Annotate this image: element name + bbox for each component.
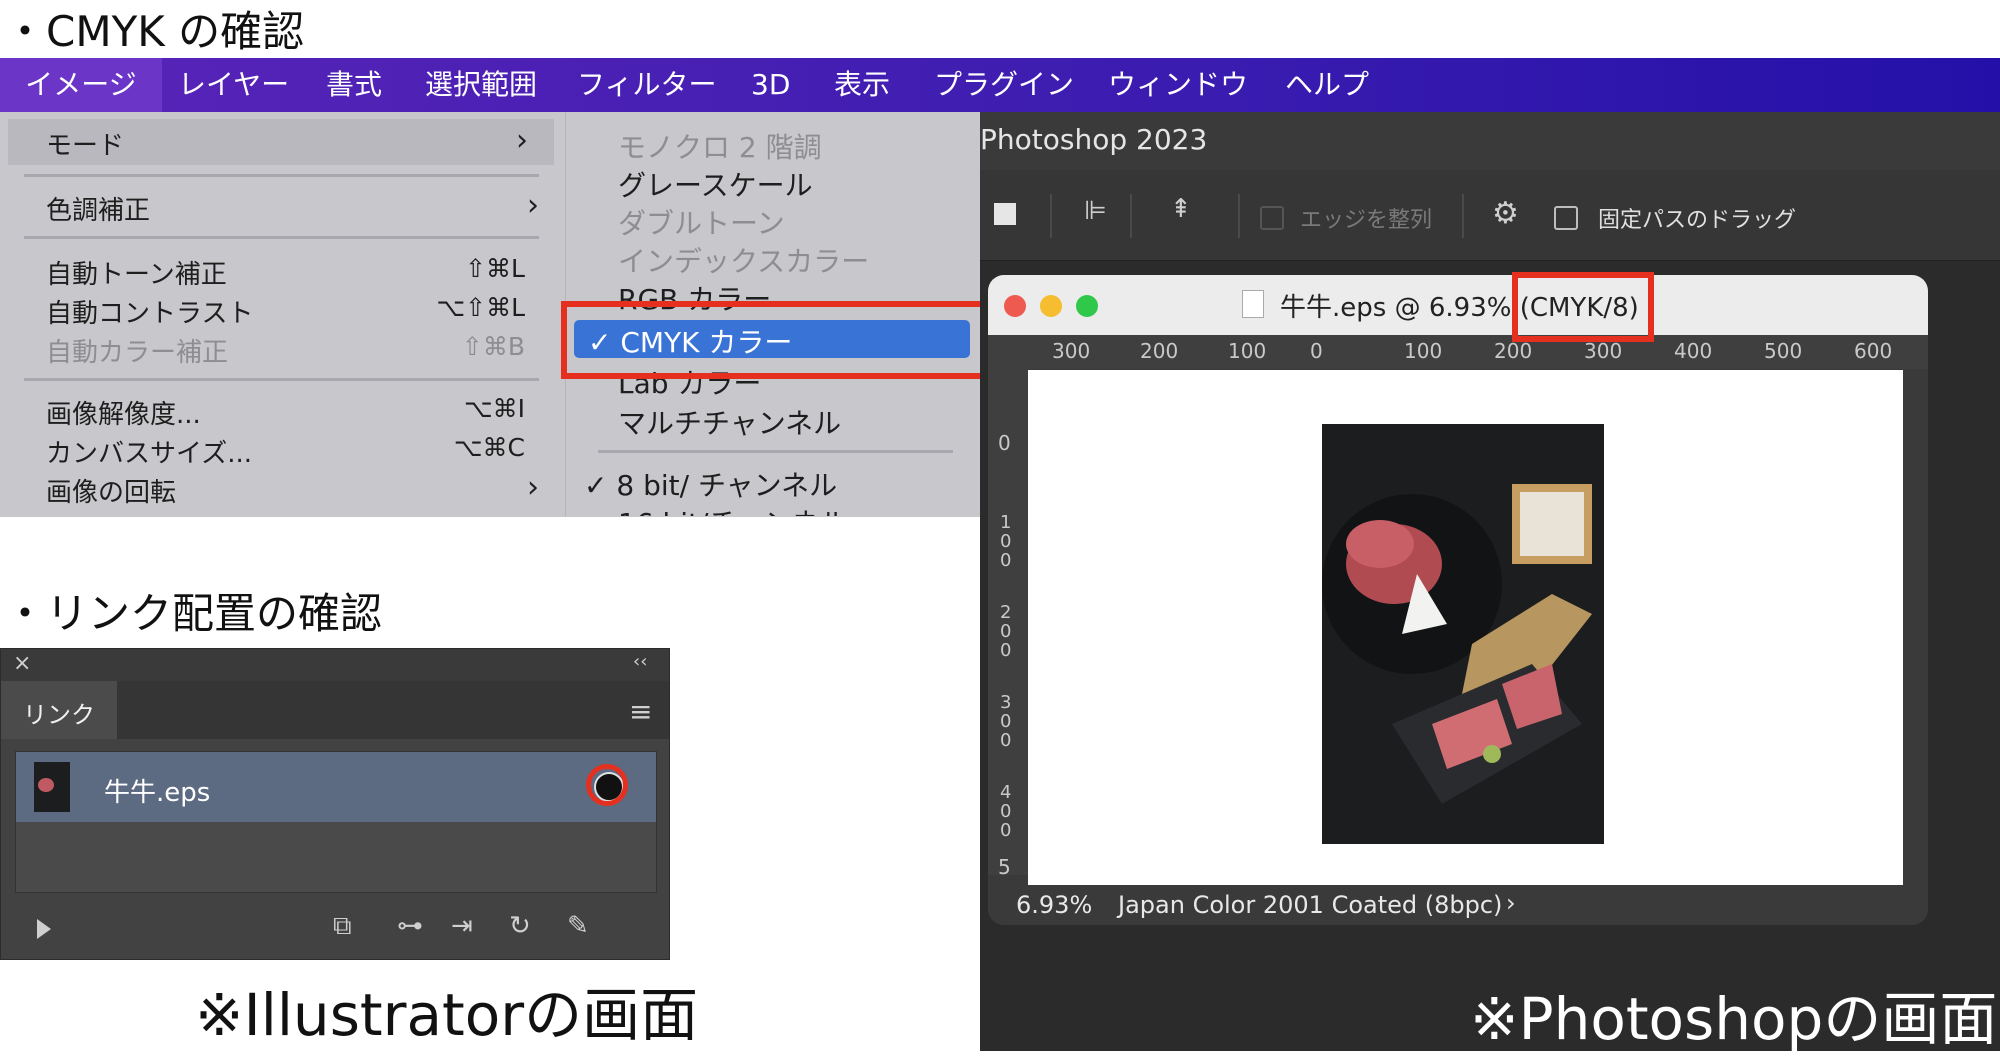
link-heading: ・リンク配置の確認 bbox=[4, 589, 383, 638]
gear-icon[interactable]: ⚙ bbox=[1492, 196, 1519, 231]
divider bbox=[24, 174, 539, 177]
constrain-path-checkbox[interactable] bbox=[1554, 206, 1578, 230]
divider bbox=[1462, 194, 1464, 238]
thumbnail bbox=[34, 762, 70, 812]
image-menu: モード › 色調補正 › 自動トーン補正 ⇧⌘L 自動コントラスト ⌥⇧⌘L 自… bbox=[0, 112, 565, 517]
submenu-duotone: ダブルトーン bbox=[618, 207, 785, 240]
menu-window[interactable]: ウィンドウ bbox=[1108, 58, 1248, 112]
document-icon bbox=[1242, 290, 1264, 318]
product-photo bbox=[1322, 424, 1604, 844]
collapse-icon[interactable]: ‹‹ bbox=[633, 651, 647, 672]
photoshop-note: ※Photoshopの画面 bbox=[1470, 985, 1998, 1053]
link-filename: 牛牛.eps bbox=[104, 778, 211, 808]
arrange-icon[interactable]: ⇞ bbox=[1170, 194, 1192, 224]
menu-item-image-size[interactable]: 画像解像度... ⌥⌘I bbox=[0, 392, 565, 430]
divider bbox=[1238, 194, 1240, 238]
update-link-icon[interactable]: ↻ bbox=[509, 911, 531, 941]
submenu-multichannel[interactable]: マルチチャンネル bbox=[618, 402, 841, 442]
photoshop-window: Photoshop 2023 ⊫ ⇞ エッジを整列 ⚙ 固定パスのドラッグ 牛牛… bbox=[980, 112, 2000, 1053]
menu-item-mode[interactable]: モード › bbox=[8, 119, 554, 165]
menu-item-auto-tone[interactable]: 自動トーン補正 ⇧⌘L bbox=[0, 252, 565, 290]
status-bar: 6.93% Japan Color 2001 Coated (8bpc) › bbox=[988, 885, 1928, 925]
link-item[interactable]: 牛牛.eps bbox=[16, 752, 656, 822]
panel-header: × ‹‹ bbox=[1, 649, 669, 681]
zoom-level[interactable]: 6.93% bbox=[1016, 891, 1092, 919]
chevron-right-icon: › bbox=[527, 470, 539, 505]
menu-item-auto-contrast[interactable]: 自動コントラスト ⌥⇧⌘L bbox=[0, 291, 565, 329]
menu-filter[interactable]: フィルター bbox=[577, 58, 716, 112]
panel-menu-icon[interactable]: ≡ bbox=[629, 695, 652, 728]
submenu-16bit[interactable]: 16 bit/チャンネル bbox=[618, 502, 848, 516]
maximize-icon[interactable] bbox=[1076, 295, 1098, 317]
cmyk-heading: ・CMYK の確認 bbox=[4, 7, 305, 56]
options-bar: ⊫ ⇞ エッジを整列 ⚙ 固定パスのドラッグ bbox=[980, 170, 2000, 261]
divider bbox=[1050, 194, 1052, 238]
submenu-bitmap: モノクロ 2 階調 bbox=[618, 131, 822, 164]
menu-layer[interactable]: レイヤー bbox=[178, 58, 289, 112]
canvas[interactable] bbox=[1028, 370, 1903, 885]
submenu-grayscale[interactable]: グレースケール bbox=[618, 164, 813, 204]
menu-item-rotate[interactable]: 画像の回転 › bbox=[0, 470, 565, 508]
menu-type[interactable]: 書式 bbox=[326, 58, 382, 112]
chevron-right-icon: › bbox=[527, 188, 539, 223]
submenu-indexed: インデックスカラー bbox=[618, 245, 870, 278]
links-panel: × ‹‹ リンク ≡ 牛牛.eps ⧉ ⊶ ⇥ ↻ ✎ bbox=[0, 648, 670, 960]
color-profile[interactable]: Japan Color 2001 Coated (8bpc) bbox=[1118, 891, 1502, 919]
photoshop-titlebar: Photoshop 2023 bbox=[980, 112, 2000, 170]
play-icon[interactable] bbox=[37, 919, 51, 939]
divider bbox=[598, 450, 953, 453]
menu-image[interactable]: イメージ bbox=[0, 58, 162, 112]
app-title: Photoshop 2023 bbox=[980, 123, 1208, 156]
menu-item-adjust[interactable]: 色調補正 › bbox=[0, 188, 565, 226]
relink-icon[interactable]: ⊶ bbox=[397, 911, 423, 941]
link-icon-highlight bbox=[586, 764, 628, 806]
chevron-right-icon: › bbox=[516, 123, 528, 158]
divider bbox=[1130, 194, 1132, 238]
meat-image bbox=[1322, 484, 1592, 804]
cmyk-highlight-box bbox=[561, 301, 989, 379]
menu-3d[interactable]: 3D bbox=[751, 58, 790, 112]
align-edges-label: エッジを整列 bbox=[1300, 208, 1433, 233]
document-titlebar: 牛牛.eps @ 6.93% (CMYK/8) bbox=[988, 275, 1928, 335]
illustrator-note: ※Illustratorの画面 bbox=[195, 981, 699, 1049]
minimize-icon[interactable] bbox=[1040, 295, 1062, 317]
divider bbox=[24, 378, 539, 381]
align-icon[interactable]: ⊫ bbox=[1084, 196, 1107, 226]
close-icon[interactable]: × bbox=[13, 651, 31, 676]
close-icon[interactable] bbox=[1004, 295, 1026, 317]
submenu-8bit[interactable]: ✓ 8 bit/ チャンネル bbox=[584, 464, 837, 504]
align-edges-checkbox[interactable] bbox=[1260, 206, 1284, 230]
chevron-right-icon[interactable]: › bbox=[1506, 889, 1516, 917]
divider bbox=[24, 236, 539, 239]
relink-from-library-icon[interactable]: ⧉ bbox=[333, 911, 352, 942]
menu-plugins[interactable]: プラグイン bbox=[934, 58, 1074, 112]
menu-item-auto-color: 自動カラー補正 ⇧⌘B bbox=[46, 332, 525, 368]
menu-help[interactable]: ヘルプ bbox=[1285, 58, 1369, 112]
go-to-link-icon[interactable]: ⇥ bbox=[451, 911, 473, 941]
tab-links[interactable]: リンク bbox=[1, 681, 117, 739]
menu-view[interactable]: 表示 bbox=[834, 58, 890, 112]
menu-item-canvas-size[interactable]: カンバスサイズ... ⌥⌘C bbox=[0, 431, 565, 469]
menubar: イメージ レイヤー 書式 選択範囲 フィルター 3D 表示 プラグイン ウィンド… bbox=[0, 58, 2000, 112]
constrain-path-label: 固定パスのドラッグ bbox=[1598, 208, 1797, 233]
horizontal-ruler: 300 200 100 0 100 200 300 400 500 600 bbox=[1028, 335, 1928, 369]
menu-select[interactable]: 選択範囲 bbox=[425, 58, 537, 112]
document-window: 牛牛.eps @ 6.93% (CMYK/8) 300 200 100 0 10… bbox=[988, 275, 1928, 925]
cmyk-mode-highlight-box bbox=[1512, 272, 1654, 342]
shape-icon[interactable] bbox=[994, 203, 1016, 225]
links-list: 牛牛.eps bbox=[15, 751, 657, 893]
edit-original-icon[interactable]: ✎ bbox=[567, 911, 589, 941]
vertical-ruler: 0 1 0 0 2 0 0 3 0 0 4 0 0 5 bbox=[988, 335, 1028, 879]
panel-footer: ⧉ ⊶ ⇥ ↻ ✎ bbox=[1, 899, 669, 959]
